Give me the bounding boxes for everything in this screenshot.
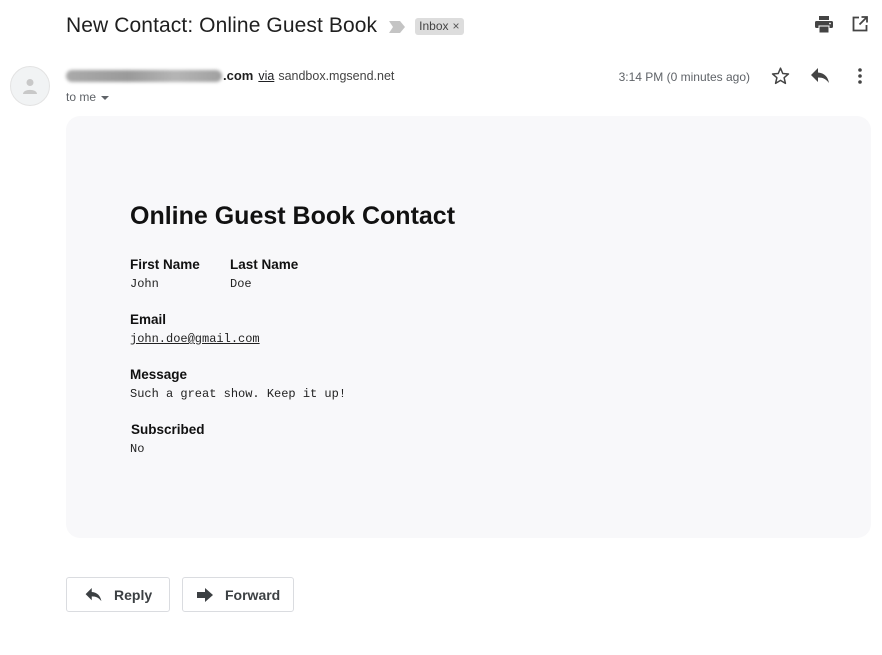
chevron-down-icon xyxy=(101,95,110,100)
avatar-person-icon xyxy=(23,79,37,94)
email-link[interactable]: john.doe@gmail.com xyxy=(130,332,260,346)
sender-avatar[interactable] xyxy=(10,66,50,106)
via-link[interactable]: via xyxy=(258,69,274,83)
subject-row: New Contact: Online Guest Book Inbox × xyxy=(66,12,464,40)
open-in-new-window-icon[interactable] xyxy=(850,14,870,34)
message-label: Message xyxy=(130,367,188,382)
recipient-details-toggle[interactable]: to me xyxy=(66,90,110,104)
email-subject: New Contact: Online Guest Book xyxy=(66,14,378,37)
reply-button[interactable]: Reply xyxy=(66,577,170,612)
print-icon[interactable] xyxy=(814,14,834,34)
star-icon[interactable] xyxy=(770,66,790,86)
sender-row: .com via sandbox.mgsend.net xyxy=(66,68,394,83)
label-chip-text: Inbox xyxy=(419,18,449,33)
message-actions xyxy=(770,66,870,86)
via-domain: sandbox.mgsend.net xyxy=(278,68,395,83)
label-chip-inbox[interactable]: Inbox × xyxy=(415,17,464,35)
first-name-label: First Name xyxy=(130,257,200,272)
last-name-label: Last Name xyxy=(230,257,299,272)
more-vertical-icon[interactable] xyxy=(850,66,870,86)
reply-icon xyxy=(85,587,102,601)
forward-button[interactable]: Forward xyxy=(182,577,294,612)
last-name-value: Doe xyxy=(230,277,252,291)
thread-toolbar xyxy=(814,14,870,34)
email-label: Email xyxy=(130,312,167,327)
message-timestamp: 3:14 PM (0 minutes ago) xyxy=(618,70,750,84)
forward-button-label: Forward xyxy=(225,586,281,603)
card-title: Online Guest Book Contact xyxy=(130,202,456,230)
sender-domain: .com xyxy=(223,68,254,83)
first-name-value: John xyxy=(130,277,159,291)
message-value: Such a great show. Keep it up! xyxy=(130,387,347,401)
email-body-card: Online Guest Book Contact First Name Joh… xyxy=(66,116,871,538)
reply-button-label: Reply xyxy=(114,586,153,603)
forward-icon xyxy=(197,587,213,602)
reply-icon[interactable] xyxy=(810,66,830,86)
subscribed-label: Subscribed xyxy=(131,422,205,437)
redacted-sender-name xyxy=(66,69,222,82)
importance-marker-icon[interactable] xyxy=(389,20,406,33)
recipient-text: to me xyxy=(66,90,97,104)
subscribed-value: No xyxy=(130,442,145,456)
remove-label-button[interactable]: × xyxy=(453,19,460,33)
